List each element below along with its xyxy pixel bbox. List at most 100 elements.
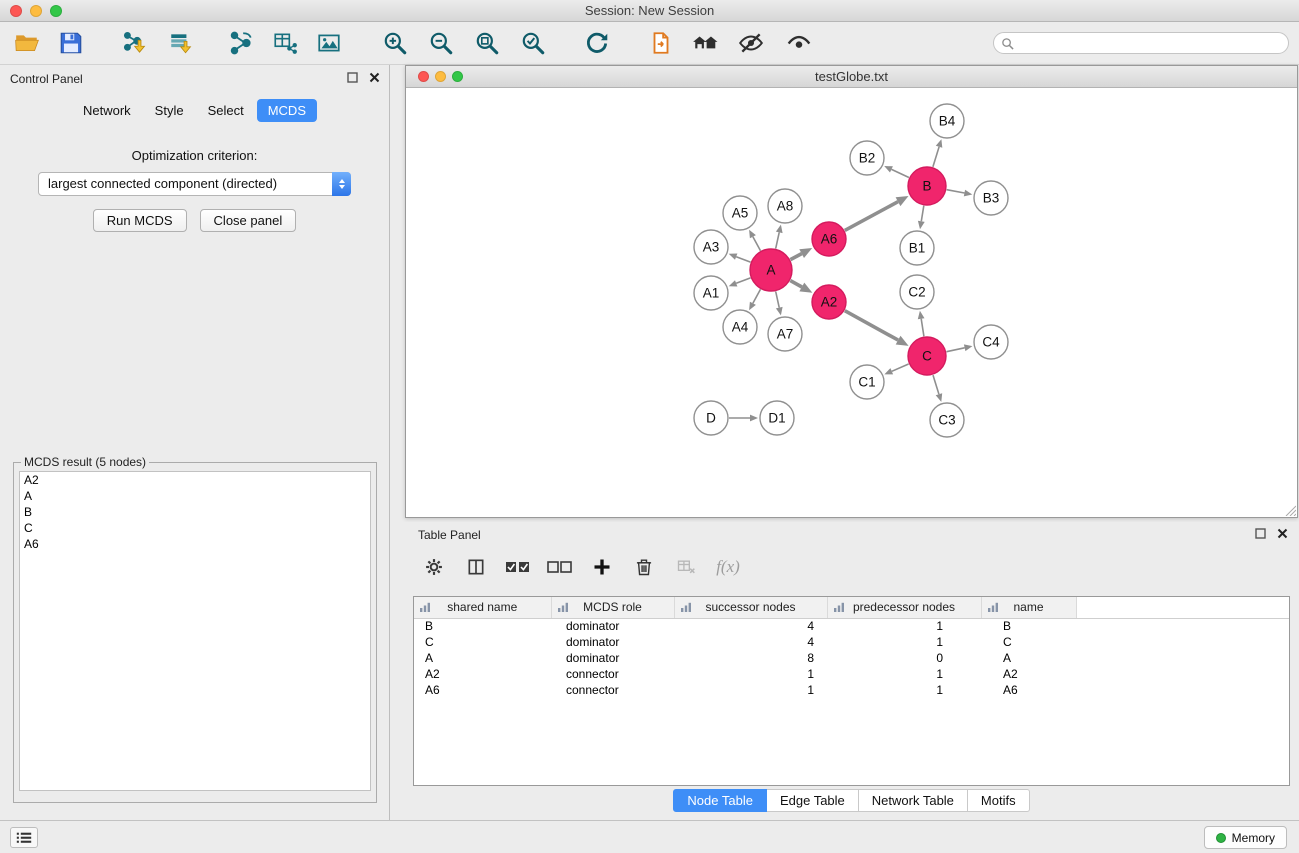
mcds-result-item[interactable]: A <box>20 488 370 504</box>
mcds-result-item[interactable]: B <box>20 504 370 520</box>
zoom-fit-button[interactable] <box>472 27 502 59</box>
tab-mcds[interactable]: MCDS <box>257 99 317 122</box>
search-box[interactable] <box>993 32 1289 54</box>
float-panel-icon[interactable] <box>347 72 358 83</box>
deselect-all-button[interactable] <box>547 554 573 580</box>
graph-edge-A-A2[interactable] <box>790 281 802 287</box>
graph-edge-B-B1[interactable] <box>921 206 924 222</box>
delete-table-button[interactable] <box>673 554 699 580</box>
tab-network-table[interactable]: Network Table <box>859 789 968 812</box>
tab-select[interactable]: Select <box>197 99 255 122</box>
close-panel-button[interactable]: Close panel <box>200 209 297 232</box>
graph-node-B[interactable]: B <box>908 167 946 205</box>
network-window-titlebar[interactable]: testGlobe.txt <box>406 66 1297 88</box>
save-session-button[interactable] <box>56 27 86 59</box>
graph-node-D1[interactable]: D1 <box>760 401 794 435</box>
refresh-button[interactable] <box>582 27 612 59</box>
network-close-button[interactable] <box>418 71 429 82</box>
delete-column-button[interactable] <box>631 554 657 580</box>
graph-node-A2[interactable]: A2 <box>812 285 846 319</box>
node-table-row[interactable]: Bdominator41B <box>414 618 1289 634</box>
close-table-panel-icon[interactable] <box>1277 528 1288 539</box>
show-columns-button[interactable] <box>463 554 489 580</box>
graph-node-A6[interactable]: A6 <box>812 222 846 256</box>
tab-style[interactable]: Style <box>144 99 195 122</box>
function-builder-button[interactable]: f(x) <box>715 554 741 580</box>
hide-graphics-details-button[interactable] <box>736 27 766 59</box>
graph-edge-A6-B[interactable] <box>845 202 898 231</box>
graph-node-C3[interactable]: C3 <box>930 403 964 437</box>
run-mcds-button[interactable]: Run MCDS <box>93 209 187 232</box>
node-table-row[interactable]: A6connector11A6 <box>414 682 1289 698</box>
float-table-panel-icon[interactable] <box>1255 528 1266 539</box>
column-header-predecessor-nodes[interactable]: predecessor nodes <box>827 597 981 618</box>
create-column-button[interactable] <box>589 554 615 580</box>
network-overview-button[interactable] <box>690 27 720 59</box>
graph-node-A8[interactable]: A8 <box>768 189 802 223</box>
node-table[interactable]: shared name MCDS role successor nodes pr… <box>413 596 1290 786</box>
graph-edge-A-A7[interactable] <box>776 292 780 308</box>
graph-node-A3[interactable]: A3 <box>694 230 728 264</box>
tab-motifs[interactable]: Motifs <box>968 789 1030 812</box>
graph-edge-A-A6[interactable] <box>790 254 801 260</box>
graph-node-A[interactable]: A <box>750 249 792 291</box>
open-session-button[interactable] <box>12 27 42 59</box>
graph-node-C4[interactable]: C4 <box>974 325 1008 359</box>
graph-node-C[interactable]: C <box>908 337 946 375</box>
node-table-row[interactable]: Adominator80A <box>414 650 1289 666</box>
zoom-in-button[interactable] <box>380 27 410 59</box>
graph-edge-A-A4[interactable] <box>753 289 761 303</box>
graph-node-A1[interactable]: A1 <box>694 276 728 310</box>
graph-node-A5[interactable]: A5 <box>723 196 757 230</box>
graph-edge-B-B4[interactable] <box>933 147 939 167</box>
zoom-out-button[interactable] <box>426 27 456 59</box>
graph-edge-A-A5[interactable] <box>753 237 761 251</box>
resize-grip-icon[interactable] <box>1283 503 1296 516</box>
graph-edge-C-C1[interactable] <box>892 364 909 371</box>
tab-node-table[interactable]: Node Table <box>673 789 767 812</box>
graph-node-B2[interactable]: B2 <box>850 141 884 175</box>
table-settings-button[interactable] <box>421 554 447 580</box>
network-zoom-button[interactable] <box>452 71 463 82</box>
graph-node-C2[interactable]: C2 <box>900 275 934 309</box>
node-table-row[interactable]: A2connector11A2 <box>414 666 1289 682</box>
mcds-result-item[interactable]: A2 <box>20 472 370 488</box>
column-header-successor-nodes[interactable]: successor nodes <box>674 597 827 618</box>
graph-edge-B-B2[interactable] <box>892 169 909 177</box>
graph-edge-A-A8[interactable] <box>776 232 780 248</box>
optimization-criterion-select[interactable]: largest connected component (directed) <box>38 172 351 196</box>
open-recent-file-button[interactable] <box>646 27 676 59</box>
tab-edge-table[interactable]: Edge Table <box>767 789 859 812</box>
zoom-selected-button[interactable] <box>518 27 548 59</box>
close-panel-icon[interactable] <box>369 72 380 83</box>
import-table-button[interactable] <box>166 27 196 59</box>
graph-node-B3[interactable]: B3 <box>974 181 1008 215</box>
graph-edge-C-C3[interactable] <box>933 375 939 394</box>
show-graphics-details-button[interactable] <box>784 27 814 59</box>
mcds-result-item[interactable]: A6 <box>20 536 370 552</box>
graph-node-D[interactable]: D <box>694 401 728 435</box>
task-history-button[interactable] <box>10 827 38 848</box>
column-header-name[interactable]: name <box>981 597 1076 618</box>
graph-node-B1[interactable]: B1 <box>900 231 934 265</box>
export-image-button[interactable] <box>314 27 344 59</box>
new-network-table-button[interactable] <box>270 27 300 59</box>
graph-edge-C-C2[interactable] <box>921 319 924 337</box>
graph-node-C1[interactable]: C1 <box>850 365 884 399</box>
graph-node-A7[interactable]: A7 <box>768 317 802 351</box>
network-graph[interactable]: B4B2BB3A5A8A6B1A3AA1C2A2A4A7C4CC1C3DD1 <box>406 88 1297 517</box>
select-all-button[interactable] <box>505 554 531 580</box>
column-header-shared-name[interactable]: shared name <box>414 597 551 618</box>
graph-edge-C-C4[interactable] <box>947 348 965 352</box>
graph-edge-A-A1[interactable] <box>736 278 750 283</box>
column-header-mcds-role[interactable]: MCDS role <box>551 597 674 618</box>
mcds-result-item[interactable]: C <box>20 520 370 536</box>
new-network-button[interactable] <box>226 27 256 59</box>
graph-edge-B-B3[interactable] <box>947 190 965 193</box>
mcds-result-list[interactable]: A2ABCA6 <box>19 471 371 791</box>
graph-edge-A-A3[interactable] <box>736 257 750 262</box>
node-table-row[interactable]: Cdominator41C <box>414 634 1289 650</box>
import-network-button[interactable] <box>120 27 150 59</box>
graph-node-B4[interactable]: B4 <box>930 104 964 138</box>
network-minimize-button[interactable] <box>435 71 446 82</box>
